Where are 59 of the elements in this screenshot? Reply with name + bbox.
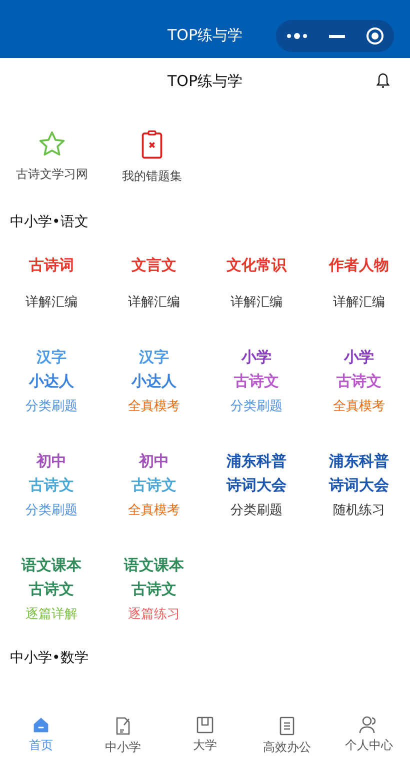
tile-subtitle[interactable]: 详解汇编 (230, 293, 282, 311)
tile-title[interactable]: 古诗文 (28, 579, 74, 599)
tile-subtitle[interactable]: 分类刷题 (230, 501, 282, 519)
tile-title[interactable]: 语文课本 (124, 555, 184, 575)
clipboard-icon (140, 130, 164, 160)
tile-title[interactable]: 汉字 (36, 347, 66, 367)
tile-subtitle[interactable]: 逐篇详解 (25, 605, 78, 623)
tile-title[interactable]: 古诗文 (234, 371, 279, 391)
tile-title[interactable]: 诗词大会 (226, 475, 286, 495)
tile-title[interactable]: 古诗文 (131, 579, 176, 599)
tile-title[interactable]: 初中 (138, 451, 169, 471)
tile-title[interactable]: 语文课本 (21, 555, 82, 575)
tile-subtitle[interactable]: 分类刷题 (230, 397, 282, 415)
tile-title[interactable]: 浦东科普 (328, 451, 389, 471)
tile-title[interactable]: 汉字 (138, 347, 169, 367)
tile-subtitle[interactable]: 全真模考 (128, 397, 180, 415)
section-title: 中小学•语文 (9, 213, 90, 231)
section-title: 中小学•数学 (9, 649, 90, 667)
tile-subtitle[interactable]: 分类刷题 (25, 397, 78, 415)
tile-title[interactable]: 古诗词 (28, 255, 74, 275)
minimize-icon[interactable] (328, 34, 345, 38)
tab-item[interactable]: 高效办公 (246, 716, 328, 766)
shortcut-label[interactable]: 古诗文学习网 (16, 166, 88, 183)
tile-title[interactable]: 小达人 (28, 371, 74, 391)
shortcut-label[interactable]: 我的错题集 (122, 168, 182, 185)
bell-icon[interactable] (376, 72, 390, 88)
tile-subtitle[interactable]: 分类刷题 (25, 501, 78, 519)
tile-title[interactable]: 诗词大会 (328, 475, 389, 495)
tile-subtitle[interactable]: 全真模考 (128, 501, 180, 519)
tile-title[interactable]: 初中 (36, 451, 66, 471)
tile-subtitle[interactable]: 逐篇练习 (128, 605, 180, 623)
tile-subtitle[interactable]: 全真模考 (332, 397, 385, 415)
tile-title[interactable]: 文言文 (131, 255, 176, 275)
close-icon[interactable] (366, 27, 384, 45)
tile-subtitle[interactable]: 详解汇编 (332, 293, 385, 311)
book-icon (196, 716, 214, 734)
document-icon (279, 716, 295, 736)
tile-title[interactable]: 小学 (344, 347, 374, 367)
tab-item[interactable]: 首页 (0, 716, 82, 766)
home-icon (32, 716, 50, 734)
tile-title[interactable]: 小达人 (131, 371, 176, 391)
tile-subtitle[interactable]: 详解汇编 (25, 293, 78, 311)
tile-title[interactable]: 古诗文 (131, 475, 176, 495)
tile-subtitle[interactable]: 随机练习 (332, 501, 385, 519)
tab-item[interactable]: 中小学 (82, 716, 164, 766)
notepad-icon (114, 716, 132, 736)
more-icon[interactable] (286, 33, 308, 39)
tile-title[interactable]: 小学 (241, 347, 272, 367)
tile-title[interactable]: 作者人物 (328, 255, 389, 275)
tile-title[interactable]: 文化常识 (226, 255, 286, 275)
tile-title[interactable]: 浦东科普 (226, 451, 286, 471)
tile-subtitle[interactable]: 详解汇编 (128, 293, 180, 311)
tile-title[interactable]: 古诗文 (336, 371, 382, 391)
app-title: TOP练与学 (167, 26, 242, 44)
tab-item[interactable]: 个人中心 (328, 716, 410, 766)
page-title: TOP练与学 (167, 72, 242, 90)
tab-item[interactable]: 大学 (164, 716, 246, 766)
tile-title[interactable]: 古诗文 (28, 475, 74, 495)
star-icon (38, 130, 66, 158)
